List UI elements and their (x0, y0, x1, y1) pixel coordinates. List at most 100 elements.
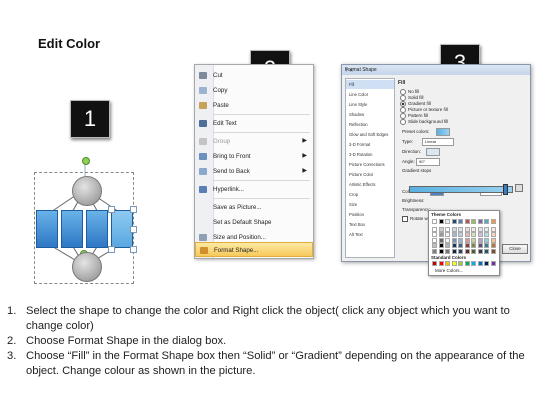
color-swatch[interactable] (458, 226, 463, 232)
gradient-stops-bar[interactable] (409, 186, 513, 193)
color-swatch[interactable] (445, 226, 450, 232)
rotation-handle[interactable] (82, 157, 90, 165)
menu-item-cut[interactable]: Cut (195, 68, 313, 83)
color-swatch[interactable] (458, 219, 463, 224)
option-slide-background-fill[interactable]: Slide background fill (400, 119, 448, 125)
dialog-window-buttons[interactable]: ? ✕ (345, 66, 527, 76)
color-swatch[interactable] (432, 219, 437, 224)
resize-handle[interactable] (130, 206, 137, 213)
color-swatch[interactable] (445, 232, 450, 237)
color-swatch[interactable] (471, 243, 476, 248)
menu-item-paste[interactable]: Paste (195, 98, 313, 113)
resize-handle[interactable] (108, 246, 115, 253)
color-swatch[interactable] (451, 219, 457, 224)
nav-item-alt-text[interactable]: Alt Text (346, 230, 394, 239)
menu-item-edit-text[interactable]: Edit Text (195, 116, 313, 131)
color-swatch[interactable] (451, 237, 457, 243)
color-swatch[interactable] (432, 232, 437, 237)
color-swatch[interactable] (484, 219, 489, 224)
color-swatch[interactable] (490, 232, 496, 237)
nav-item-line-color[interactable]: Line Color (346, 90, 394, 99)
color-swatch[interactable] (451, 226, 457, 232)
color-swatch[interactable] (438, 248, 444, 254)
color-swatch[interactable] (490, 261, 496, 266)
color-swatch[interactable] (445, 237, 450, 243)
menu-item-set-default-shape[interactable]: Set as Default Shape (195, 215, 313, 230)
color-swatch[interactable] (451, 248, 457, 254)
color-swatch[interactable] (432, 226, 437, 232)
color-swatch[interactable] (458, 237, 463, 243)
color-swatch[interactable] (484, 243, 489, 248)
color-swatch[interactable] (484, 232, 489, 237)
add-stop-icon[interactable] (515, 184, 523, 192)
menu-item-hyperlink[interactable]: Hyperlink... (195, 182, 313, 197)
color-swatch[interactable] (445, 219, 450, 224)
color-swatch[interactable] (432, 248, 437, 254)
color-swatch[interactable] (477, 243, 483, 248)
menu-item-copy[interactable]: Copy (195, 83, 313, 98)
color-swatch[interactable] (464, 226, 470, 232)
nav-item-3d-rotation[interactable]: 3-D Rotation (346, 150, 394, 159)
color-swatch[interactable] (438, 232, 444, 237)
resize-handle[interactable] (130, 226, 137, 233)
nav-item-picture-corrections[interactable]: Picture Corrections (346, 160, 394, 169)
resize-handle[interactable] (108, 206, 115, 213)
color-swatch[interactable] (484, 261, 489, 266)
color-swatch[interactable] (438, 237, 444, 243)
preset-colors-dropdown[interactable] (436, 128, 450, 136)
color-swatch[interactable] (477, 232, 483, 237)
color-swatch[interactable] (438, 226, 444, 232)
gradient-stop-handle[interactable] (503, 184, 508, 195)
color-swatch[interactable] (458, 248, 463, 254)
color-swatch[interactable] (490, 248, 496, 254)
color-swatch[interactable] (464, 232, 470, 237)
nav-item-text-box[interactable]: Text Box (346, 220, 394, 229)
bottom-circle-shape[interactable] (72, 252, 102, 282)
color-swatch[interactable] (477, 248, 483, 254)
color-swatch[interactable] (490, 219, 496, 224)
nav-item-3d-format[interactable]: 3-D Format (346, 140, 394, 149)
color-swatch[interactable] (471, 232, 476, 237)
menu-item-save-as-picture[interactable]: Save as Picture... (195, 200, 313, 215)
color-swatch[interactable] (464, 261, 470, 266)
color-swatch[interactable] (471, 219, 476, 224)
angle-input[interactable]: 90° (416, 158, 440, 166)
menu-item-format-shape[interactable]: Format Shape... (195, 242, 313, 257)
color-swatch[interactable] (490, 237, 496, 243)
color-swatch[interactable] (477, 219, 483, 224)
color-swatch[interactable] (451, 243, 457, 248)
menu-item-send-to-back[interactable]: Send to Back ▶ (195, 164, 313, 179)
menu-item-bring-to-front[interactable]: Bring to Front ▶ (195, 149, 313, 164)
blue-bar-3[interactable] (86, 210, 108, 248)
nav-item-reflection[interactable]: Reflection (346, 120, 394, 129)
color-swatch[interactable] (484, 226, 489, 232)
direction-dropdown[interactable] (426, 148, 440, 156)
color-swatch[interactable] (438, 219, 444, 224)
nav-item-shadow[interactable]: Shadow (346, 110, 394, 119)
color-swatch[interactable] (458, 232, 463, 237)
color-swatch[interactable] (432, 243, 437, 248)
color-swatch[interactable] (451, 261, 457, 266)
nav-item-picture-color[interactable]: Picture Color (346, 170, 394, 179)
top-circle-shape[interactable] (72, 176, 102, 206)
color-swatch[interactable] (490, 243, 496, 248)
color-swatch[interactable] (484, 248, 489, 254)
color-swatch[interactable] (445, 243, 450, 248)
resize-handle[interactable] (130, 246, 137, 253)
color-swatch[interactable] (464, 243, 470, 248)
color-swatch[interactable] (451, 232, 457, 237)
color-swatch[interactable] (484, 237, 489, 243)
nav-item-line-style[interactable]: Line Style (346, 100, 394, 109)
nav-item-glow[interactable]: Glow and Soft Edges (346, 130, 394, 139)
color-swatch[interactable] (458, 261, 463, 266)
type-dropdown[interactable]: Linear (422, 138, 454, 146)
color-swatch[interactable] (458, 243, 463, 248)
blue-bar-1[interactable] (36, 210, 58, 248)
nav-item-size[interactable]: Size (346, 200, 394, 209)
color-swatch[interactable] (438, 243, 444, 248)
blue-bar-2[interactable] (61, 210, 83, 248)
nav-item-position[interactable]: Position (346, 210, 394, 219)
more-colors-link[interactable]: More Colors... (435, 268, 463, 273)
close-button[interactable]: Close (502, 244, 528, 254)
color-swatch[interactable] (477, 261, 483, 266)
